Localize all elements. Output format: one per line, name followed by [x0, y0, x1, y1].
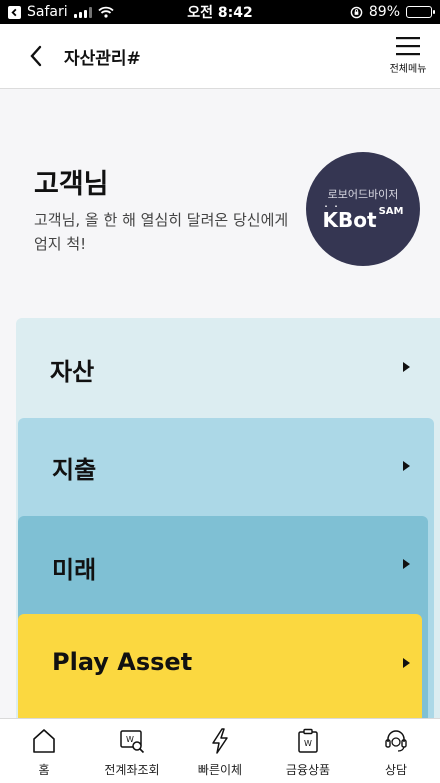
- kbot-subtitle: 로보어드바이저: [327, 188, 399, 201]
- nav-financial-products-label: 금융상품: [285, 763, 331, 777]
- nav-home[interactable]: 홈: [0, 719, 88, 783]
- orientation-lock-icon: [350, 6, 363, 18]
- app-header: 자산관리# 전체메뉴: [0, 24, 440, 89]
- hamburger-icon: [396, 37, 420, 56]
- nav-account-inquiry[interactable]: W 전계좌조회: [88, 719, 176, 783]
- status-time: 오전 8:42: [187, 5, 253, 21]
- nav-quick-transfer-label: 빠른이체: [197, 763, 243, 777]
- bottom-navigation: 홈 W 전계좌조회 빠른이체 W 금융상품 상담: [0, 718, 440, 783]
- svg-text:W: W: [304, 739, 312, 748]
- back-to-app-icon[interactable]: [8, 5, 21, 19]
- card-future-arrow-icon: [403, 559, 410, 569]
- account-search-icon: W: [120, 730, 145, 754]
- wifi-icon: [97, 6, 114, 18]
- card-expense-arrow-icon: [403, 461, 410, 471]
- nav-consultation-label: 상담: [384, 763, 408, 777]
- card-asset-arrow-icon: [403, 362, 410, 372]
- headset-icon: [385, 730, 407, 752]
- status-app-name: Safari: [27, 4, 68, 20]
- nav-consultation[interactable]: 상담: [352, 719, 440, 783]
- nav-account-inquiry-label: 전계좌조회: [104, 763, 160, 777]
- product-icon: W: [298, 728, 318, 753]
- battery-percent: 89%: [368, 4, 400, 20]
- kbot-logo: ·· KBot SAM: [322, 202, 404, 232]
- full-menu-button[interactable]: 전체메뉴: [386, 36, 430, 80]
- card-play-asset-label: Play Asset: [52, 648, 193, 676]
- page-title: 자산관리#: [64, 48, 141, 69]
- kbot-logo-sup: SAM: [378, 206, 404, 217]
- kbot-robo-advisor-button[interactable]: 로보어드바이저 ·· KBot SAM: [306, 152, 420, 266]
- nav-quick-transfer[interactable]: 빠른이체: [176, 719, 264, 783]
- svg-text:W: W: [126, 735, 134, 744]
- signal-icon: [73, 6, 92, 18]
- back-button[interactable]: [16, 36, 56, 76]
- card-expense-label: 지출: [52, 456, 97, 484]
- nav-home-label: 홈: [38, 763, 50, 777]
- home-icon: [33, 729, 55, 753]
- battery-icon: [406, 6, 435, 18]
- chevron-left-icon: [30, 45, 42, 67]
- card-play-asset-arrow-icon: [403, 658, 410, 668]
- lightning-icon: [212, 728, 228, 754]
- card-play-asset[interactable]: Play Asset: [18, 614, 422, 718]
- kbot-logo-text: KBot: [322, 208, 377, 232]
- customer-name: 고객님: [34, 169, 109, 200]
- card-future-label: 미래: [52, 556, 97, 584]
- greeting-message: 고객님, 올 한 해 열심히 달려온 당신에게 엄지 척!: [34, 211, 289, 253]
- status-bar: Safari 오전 8:42 89%: [0, 0, 440, 24]
- card-asset-label: 자산: [50, 358, 95, 386]
- kbot-dots-icon: ··: [324, 202, 345, 211]
- nav-financial-products[interactable]: W 금융상품: [264, 719, 352, 783]
- full-menu-label: 전체메뉴: [389, 64, 427, 75]
